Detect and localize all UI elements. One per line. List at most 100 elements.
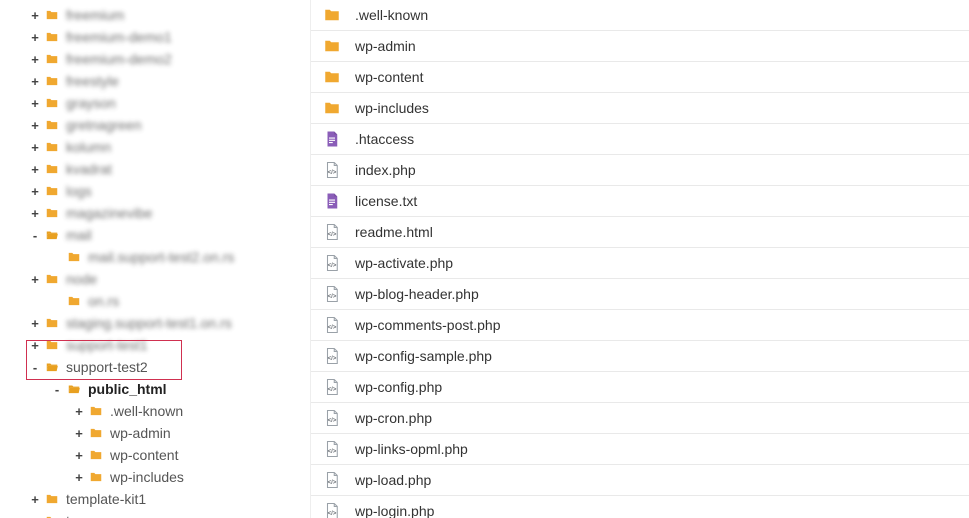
expand-toggle[interactable]: + — [28, 118, 42, 133]
expand-toggle[interactable]: + — [72, 426, 86, 441]
file-name: .htaccess — [355, 131, 414, 147]
file-text-icon — [323, 130, 341, 148]
file-row[interactable]: wp-config.php — [311, 372, 969, 403]
file-name: wp-comments-post.php — [355, 317, 501, 333]
tree-node-label: logs — [66, 183, 92, 199]
tree-node[interactable]: + staging.support-test1.on.rs — [28, 312, 310, 334]
folder-closed-icon — [88, 404, 104, 418]
expand-toggle[interactable]: + — [28, 140, 42, 155]
folder-open-icon — [44, 228, 60, 242]
file-row[interactable]: wp-login.php — [311, 496, 969, 518]
tree-node[interactable]: - mail — [28, 224, 310, 246]
file-name: .well-known — [355, 7, 428, 23]
file-row[interactable]: readme.html — [311, 217, 969, 248]
file-code-icon — [323, 409, 341, 427]
expand-toggle[interactable]: + — [28, 492, 42, 507]
expand-toggle[interactable]: + — [28, 30, 42, 45]
file-code-icon — [323, 440, 341, 458]
file-row[interactable]: wp-load.php — [311, 465, 969, 496]
folder-closed-icon — [44, 514, 60, 518]
tree-node-label: freemium — [66, 7, 124, 23]
file-row[interactable]: wp-comments-post.php — [311, 310, 969, 341]
file-row[interactable]: index.php — [311, 155, 969, 186]
tree-node-label: support-test1 — [66, 337, 148, 353]
tree-node-label: support-test2 — [66, 359, 148, 375]
file-row[interactable]: license.txt — [311, 186, 969, 217]
file-row[interactable]: wp-includes — [311, 93, 969, 124]
folder-icon — [323, 68, 341, 86]
tree-node[interactable]: + freemium-demo1 — [28, 26, 310, 48]
file-name: wp-load.php — [355, 472, 431, 488]
expand-toggle[interactable]: + — [28, 8, 42, 23]
collapse-toggle[interactable]: - — [28, 228, 42, 243]
tree-node[interactable]: +gretnagreen — [28, 114, 310, 136]
tree-node-label: wp-includes — [110, 469, 184, 485]
tree-node[interactable]: +on.rs — [28, 290, 310, 312]
file-row[interactable]: wp-blog-header.php — [311, 279, 969, 310]
file-name: wp-login.php — [355, 503, 434, 518]
folder-tree-sidebar[interactable]: +freemium+freemium-demo1+freemium-demo2+… — [0, 0, 310, 518]
expand-toggle[interactable]: + — [72, 448, 86, 463]
tree-node[interactable]: +.well-known — [28, 400, 310, 422]
tree-node-label: mail — [66, 227, 92, 243]
tree-node-label: on.rs — [88, 293, 119, 309]
file-list-panel[interactable]: .well-known wp-adminwp-contentwp-includes… — [310, 0, 969, 518]
tree-node[interactable]: + support-test1 — [28, 334, 310, 356]
file-row[interactable]: wp-cron.php — [311, 403, 969, 434]
tree-node-label: node — [66, 271, 97, 287]
file-row[interactable]: .well-known — [311, 0, 969, 31]
tree-node-label: freestyle — [66, 73, 119, 89]
file-row[interactable]: wp-activate.php — [311, 248, 969, 279]
folder-closed-icon — [44, 184, 60, 198]
expand-toggle[interactable]: + — [28, 316, 42, 331]
file-row[interactable]: wp-config-sample.php — [311, 341, 969, 372]
tree-node[interactable]: +mail.support-test2.on.rs — [28, 246, 310, 268]
expand-toggle[interactable]: + — [72, 470, 86, 485]
expand-toggle[interactable]: + — [28, 96, 42, 111]
tree-node[interactable]: + node — [28, 268, 310, 290]
expand-toggle[interactable]: + — [28, 162, 42, 177]
tree-node[interactable]: - support-test2 — [28, 356, 310, 378]
tree-node[interactable]: +tmp — [28, 510, 310, 518]
expand-toggle[interactable]: + — [28, 514, 42, 518]
file-name: index.php — [355, 162, 416, 178]
collapse-toggle[interactable]: - — [50, 382, 64, 397]
expand-toggle[interactable]: + — [28, 338, 42, 353]
expand-toggle[interactable]: + — [28, 206, 42, 221]
file-name: wp-links-opml.php — [355, 441, 468, 457]
tree-node[interactable]: + kvadrat — [28, 158, 310, 180]
collapse-toggle[interactable]: - — [28, 360, 42, 375]
tree-node[interactable]: +kolumn — [28, 136, 310, 158]
tree-node[interactable]: + freemium — [28, 4, 310, 26]
expand-toggle[interactable]: + — [28, 74, 42, 89]
tree-node[interactable]: +wp-admin — [28, 422, 310, 444]
file-row[interactable]: .htaccess — [311, 124, 969, 155]
tree-node-label: freemium-demo1 — [66, 29, 172, 45]
file-code-icon — [323, 254, 341, 272]
file-name: wp-activate.php — [355, 255, 453, 271]
folder-closed-icon — [44, 206, 60, 220]
tree-node[interactable]: +template-kit1 — [28, 488, 310, 510]
tree-node[interactable]: + magazinevibe — [28, 202, 310, 224]
file-row[interactable]: wp-content — [311, 62, 969, 93]
tree-node-label: magazinevibe — [66, 205, 152, 221]
tree-node-label: staging.support-test1.on.rs — [66, 315, 232, 331]
tree-node-label: kvadrat — [66, 161, 112, 177]
tree-node[interactable]: -public_html — [28, 378, 310, 400]
expand-toggle[interactable]: + — [28, 52, 42, 67]
tree-node[interactable]: + wp-includes — [28, 466, 310, 488]
tree-node[interactable]: +wp-content — [28, 444, 310, 466]
file-row[interactable]: wp-admin — [311, 31, 969, 62]
expand-toggle[interactable]: + — [72, 404, 86, 419]
file-name: wp-config-sample.php — [355, 348, 492, 364]
folder-closed-icon — [66, 250, 82, 264]
expand-toggle[interactable]: + — [28, 272, 42, 287]
tree-node[interactable]: +grayson — [28, 92, 310, 114]
tree-node[interactable]: +freemium-demo2 — [28, 48, 310, 70]
tree-node[interactable]: + freestyle — [28, 70, 310, 92]
file-row[interactable]: wp-links-opml.php — [311, 434, 969, 465]
tree-node[interactable]: + logs — [28, 180, 310, 202]
expand-toggle[interactable]: + — [28, 184, 42, 199]
folder-closed-icon — [44, 118, 60, 132]
folder-closed-icon — [44, 272, 60, 286]
